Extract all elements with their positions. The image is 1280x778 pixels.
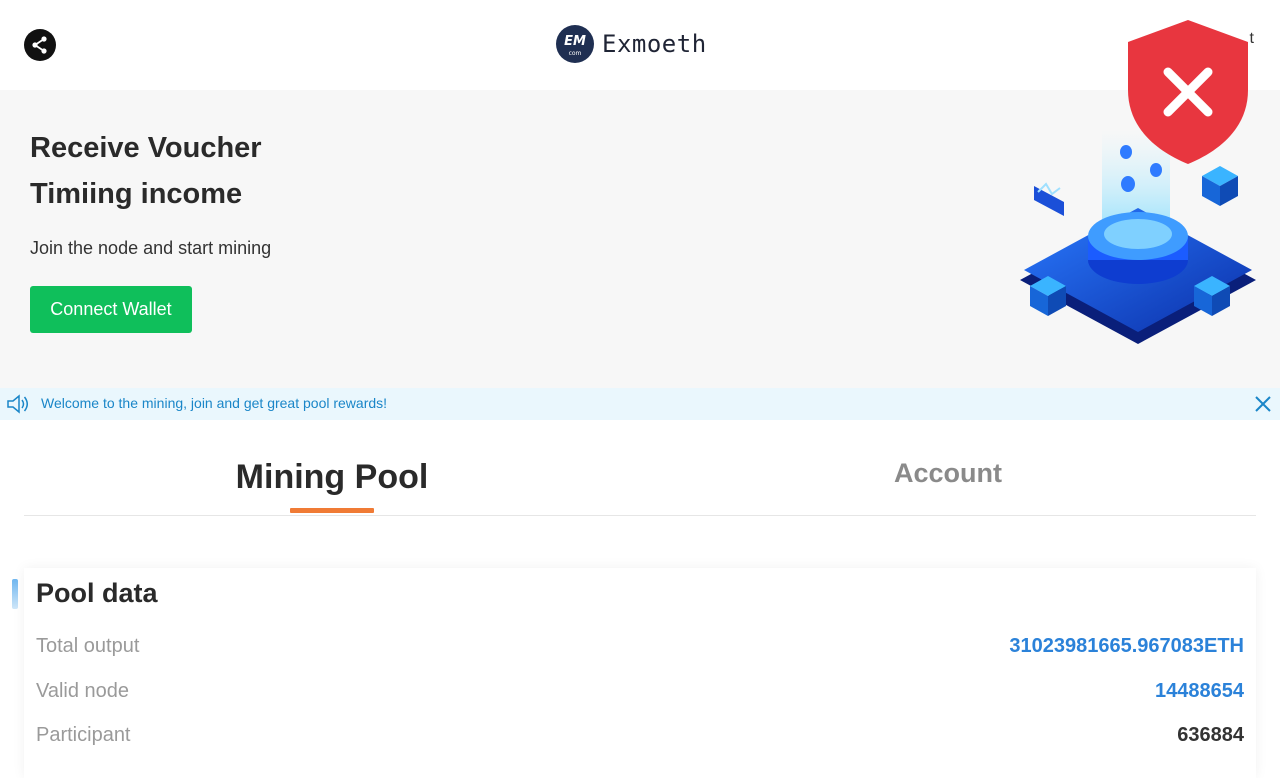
hero-subtitle: Join the node and start mining (30, 238, 272, 258)
shield-x-icon (1128, 20, 1248, 164)
pool-row-label: Valid node (36, 680, 130, 702)
svg-text:EM: EM (564, 34, 586, 49)
header-right-link[interactable]: t (1250, 30, 1254, 48)
hero-banner: Receive Voucher Timiing income Join the … (0, 90, 1280, 388)
pool-row-value: 14488654 (1155, 680, 1244, 702)
svg-text:com: com (569, 50, 582, 57)
connect-wallet-button[interactable]: Connect Wallet (30, 286, 192, 333)
speaker-icon (7, 394, 28, 414)
tab-mining-pool[interactable]: Mining Pool (184, 420, 480, 516)
active-tab-indicator (290, 508, 374, 513)
pool-data-title: Pool data (36, 578, 158, 608)
brand-name: Exmoeth (602, 30, 707, 58)
section-accent-bar (12, 579, 18, 609)
brand[interactable]: EM com Exmoeth (556, 24, 707, 64)
share-icon (32, 36, 47, 54)
notice-bar: Welcome to the mining, join and get grea… (0, 388, 1280, 420)
close-icon[interactable] (1253, 394, 1273, 414)
hero-title-line2: Timiing income (30, 178, 243, 210)
top-header: EM com Exmoeth t (0, 0, 1280, 90)
pool-row-value: 636884 (1177, 724, 1244, 746)
pool-row-label: Total output (36, 635, 140, 657)
pool-row-total-output: Total output 31023981665.967083ETH (36, 635, 1244, 665)
tab-account-label: Account (894, 458, 1002, 488)
pool-row-valid-node: Valid node 14488654 (36, 680, 1244, 710)
pool-row-label: Participant (36, 724, 131, 746)
pool-row-participant: Participant 636884 (36, 724, 1244, 754)
tab-mining-pool-label: Mining Pool (235, 458, 429, 496)
share-button[interactable] (24, 29, 56, 61)
tab-account[interactable]: Account (800, 420, 1096, 516)
notice-text: Welcome to the mining, join and get grea… (41, 395, 388, 411)
pool-row-value: 31023981665.967083ETH (1009, 635, 1244, 657)
mining-illustration (1020, 130, 1256, 344)
brand-logo: EM com (556, 25, 594, 63)
hero-title-line1: Receive Voucher (30, 132, 262, 164)
tab-bar: Mining Pool Account (24, 420, 1256, 516)
